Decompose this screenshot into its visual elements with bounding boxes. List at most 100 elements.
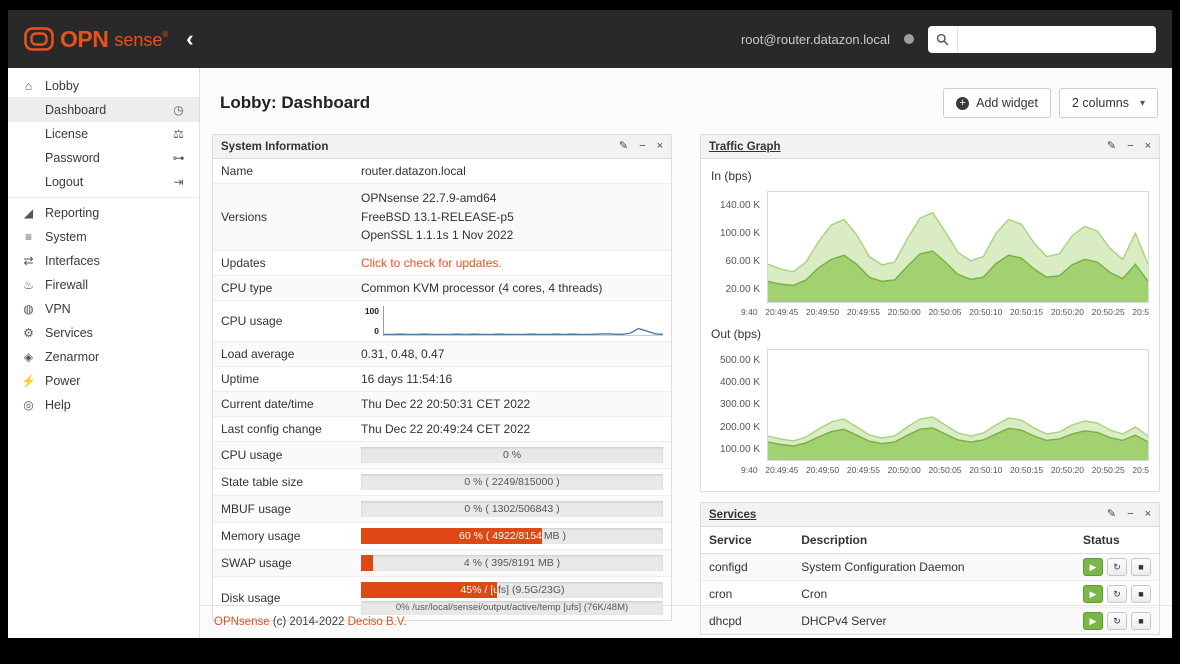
sidebar-item-label: Interfaces	[45, 254, 100, 268]
topbar: OPNsense® ‹ root@router.datazon.local	[8, 10, 1172, 68]
opnsense-logo[interactable]: OPNsense®	[24, 27, 168, 51]
sidebar-item-label: Reporting	[45, 206, 99, 220]
disk-usage-bar-root: 45% / [ufs] (9.5G/23G) 45% / [ufs] (9.5G…	[361, 582, 663, 598]
sidebar-item-firewall[interactable]: ♨ Firewall	[8, 273, 199, 297]
table-row: CPU type Common KVM processor (4 cores, …	[213, 275, 671, 300]
footer-brand-link[interactable]: OPNsense	[214, 616, 270, 628]
sidebar-item-label: Help	[45, 398, 71, 412]
tick-label: 100.00 K	[711, 228, 760, 239]
column-header: Description	[793, 527, 1075, 554]
axis-min-label: 0	[361, 326, 379, 336]
service-running-icon[interactable]: ▶	[1083, 558, 1103, 576]
sidebar-item-services[interactable]: ⚙ Services	[8, 321, 199, 345]
sidebar-item-zenarmor[interactable]: ◈ Zenarmor	[8, 345, 199, 369]
footer-company-link[interactable]: Deciso B.V.	[348, 616, 407, 628]
traffic-in-xaxis: 9:4020:49:4520:49:5020:49:5520:50:0020:5…	[741, 307, 1149, 317]
search-icon[interactable]	[928, 26, 958, 53]
dashboard-column-right: Traffic Graph ✎ − × In (bps) 140.00 K100…	[700, 134, 1160, 638]
sidebar-item-vpn[interactable]: ◍ VPN	[8, 297, 199, 321]
sidebar-item-interfaces[interactable]: ⇄ Interfaces	[8, 249, 199, 273]
tick-label: 20:49:50	[806, 307, 839, 317]
footer: OPNsense (c) 2014-2022 Deciso B.V.	[200, 605, 1172, 638]
tick-label: 500.00 K	[711, 355, 760, 366]
tick-label: 400.00 K	[711, 377, 760, 388]
edit-widget-icon[interactable]: ✎	[1107, 509, 1116, 520]
table-row: Memory usage 60 % ( 4922/8154 MB ) 60 % …	[213, 522, 671, 549]
sidebar-item-license[interactable]: License ⚖	[8, 122, 199, 146]
table-row: Current date/time Thu Dec 22 20:50:31 CE…	[213, 391, 671, 416]
columns-selector-value: 2 columns	[1072, 96, 1129, 110]
edit-widget-icon[interactable]: ✎	[1107, 141, 1116, 152]
field-label: CPU usage	[213, 441, 353, 468]
sidebar: ⌂ Lobby Dashboard ◷ License ⚖ Password ⊶…	[8, 68, 200, 638]
field-label: Memory usage	[213, 522, 353, 549]
table-row: Updates Click to check for updates.	[213, 250, 671, 275]
sidebar-item-dashboard[interactable]: Dashboard ◷	[8, 98, 199, 122]
sidebar-item-power[interactable]: ⚡ Power	[8, 369, 199, 393]
service-description: System Configuration Daemon	[793, 554, 1075, 581]
minimize-widget-icon[interactable]: −	[1127, 509, 1133, 520]
sidebar-item-reporting[interactable]: ◢ Reporting	[8, 201, 199, 225]
field-value: 0.31, 0.48, 0.47	[353, 341, 671, 366]
page-header: Lobby: Dashboard + Add widget 2 columns …	[200, 68, 1172, 134]
axis-max-label: 100	[361, 306, 379, 316]
edit-widget-icon[interactable]: ✎	[619, 141, 628, 152]
sparkline-axis: 100 0	[361, 306, 379, 336]
stop-service-button[interactable]: ■	[1131, 585, 1151, 603]
sidebar-item-label: Password	[45, 151, 100, 165]
system-icon: ≡	[21, 230, 36, 244]
disk-usage-bar-sensei: 0% /usr/local/sensei/output/active/temp …	[361, 601, 663, 615]
restart-service-button[interactable]: ↻	[1107, 585, 1127, 603]
field-label: Name	[213, 159, 353, 184]
tick-label: 20:49:50	[806, 465, 839, 475]
status-indicator-dot	[904, 34, 914, 44]
close-widget-icon[interactable]: ×	[657, 141, 663, 152]
sidebar-item-label: Power	[45, 374, 80, 388]
field-label: MBUF usage	[213, 495, 353, 522]
field-value: router.datazon.local	[353, 159, 671, 184]
collapse-sidebar-icon[interactable]: ‹	[186, 28, 193, 50]
field-label: CPU type	[213, 275, 353, 300]
tick-label: 20:49:45	[765, 307, 798, 317]
tick-label: 20:49:55	[847, 465, 880, 475]
sidebar-item-help[interactable]: ◎ Help	[8, 393, 199, 417]
sidebar-item-label: VPN	[45, 302, 71, 316]
sidebar-item-label: Logout	[45, 175, 83, 189]
widget-title[interactable]: Traffic Graph	[709, 141, 781, 153]
key-icon: ⊶	[171, 151, 186, 165]
memory-usage-bar: 60 % ( 4922/8154 MB ) 60 % ( 4922/8154 M…	[361, 528, 663, 544]
tick-label: 100.00 K	[711, 444, 760, 455]
service-name: cron	[701, 581, 793, 608]
add-widget-button[interactable]: + Add widget	[943, 88, 1051, 118]
check-updates-link[interactable]: Click to check for updates.	[361, 256, 502, 270]
restart-service-button[interactable]: ↻	[1107, 558, 1127, 576]
sidebar-item-lobby[interactable]: ⌂ Lobby	[8, 74, 199, 98]
sidebar-item-label: Dashboard	[45, 103, 106, 117]
stop-service-button[interactable]: ■	[1131, 558, 1151, 576]
widget-header: Traffic Graph ✎ − ×	[701, 135, 1159, 159]
bar-label: 4 % ( 395/8191 MB )	[361, 555, 373, 571]
cpu-usage-sparkline: 100 0	[361, 306, 663, 336]
sidebar-item-system[interactable]: ≡ System	[8, 225, 199, 249]
close-widget-icon[interactable]: ×	[1145, 509, 1151, 520]
widget-title[interactable]: Services	[709, 509, 756, 521]
field-value: OPNsense 22.7.9-amd64 FreeBSD 13.1-RELEA…	[353, 184, 671, 251]
dashboard-gauge-icon: ◷	[171, 103, 186, 117]
tick-label: 20:49:55	[847, 307, 880, 317]
main-content: Lobby: Dashboard + Add widget 2 columns …	[200, 68, 1172, 638]
mbuf-usage-bar: 0 % ( 1302/506843 ) 0 % ( 1302/506843 )	[361, 501, 663, 517]
service-running-icon[interactable]: ▶	[1083, 585, 1103, 603]
minimize-widget-icon[interactable]: −	[1127, 141, 1133, 152]
field-label: Load average	[213, 341, 353, 366]
column-header: Status	[1075, 527, 1159, 554]
table-row: CPU usage 0 % 0 %	[213, 441, 671, 468]
table-row: Versions OPNsense 22.7.9-amd64 FreeBSD 1…	[213, 184, 671, 251]
columns-selector[interactable]: 2 columns ▾	[1059, 88, 1158, 118]
scale-icon: ⚖	[171, 127, 186, 141]
sidebar-item-logout[interactable]: Logout ⇥	[8, 170, 199, 194]
minimize-widget-icon[interactable]: −	[639, 141, 645, 152]
search-input[interactable]	[958, 26, 1156, 53]
close-widget-icon[interactable]: ×	[1145, 141, 1151, 152]
logged-in-user: root@router.datazon.local	[741, 32, 890, 47]
sidebar-item-password[interactable]: Password ⊶	[8, 146, 199, 170]
